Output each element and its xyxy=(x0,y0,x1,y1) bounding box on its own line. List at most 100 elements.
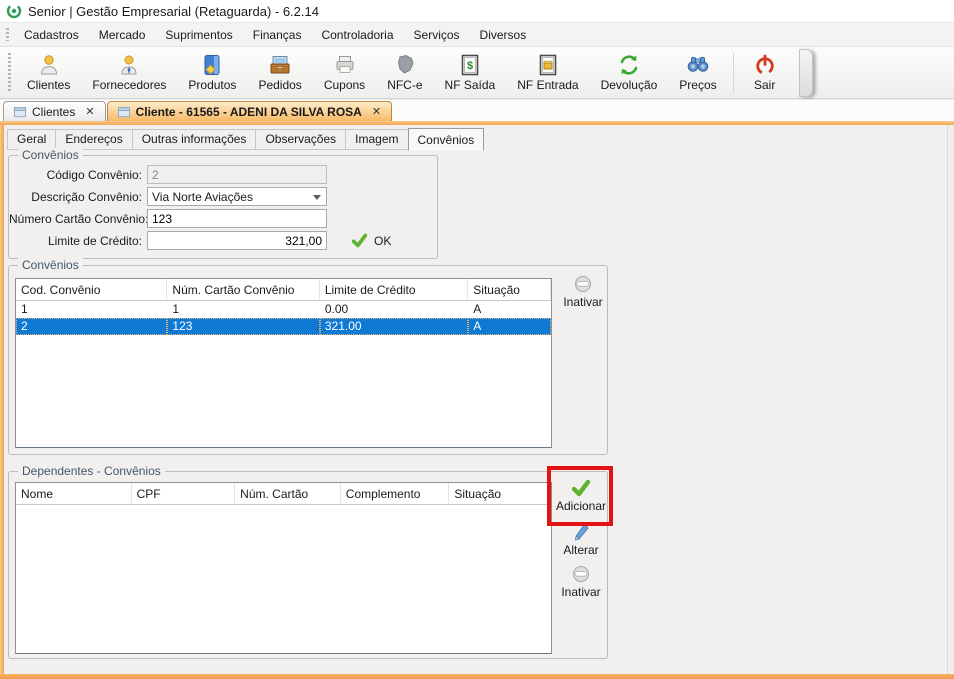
group-title: Dependentes - Convênios xyxy=(18,464,165,478)
adicionar-dependente-button[interactable]: Adicionar xyxy=(555,476,607,516)
dependentes-group: Dependentes - Convênios Nome CPF Núm. Cart… xyxy=(8,464,613,659)
svg-text:$: $ xyxy=(467,60,473,72)
codigo-convenio-label: Código Convênio: xyxy=(46,167,142,182)
menu-item-servicos[interactable]: Serviços xyxy=(404,25,470,45)
toolbar-button-nf-entrada[interactable]: NF Entrada xyxy=(506,50,589,96)
toolbar-button-label: Pedidos xyxy=(258,78,302,92)
column-header-nome[interactable]: Nome xyxy=(16,483,132,504)
menu-item-controladoria[interactable]: Controladoria xyxy=(311,25,403,45)
descricao-convenio-label: Descrição Convênio: xyxy=(31,189,142,204)
dependentes-table: Nome CPF Núm. Cartão Complemento Situação xyxy=(15,482,552,654)
column-header-complemento[interactable]: Complemento xyxy=(341,483,450,504)
toolbar-button-label: Cupons xyxy=(323,78,366,92)
table-cell[interactable]: 0.00 xyxy=(320,301,468,318)
toolbar-button-produtos[interactable]: Produtos xyxy=(177,50,247,96)
alterar-label: Alterar xyxy=(563,543,599,557)
subtab-outras-informacoes[interactable]: Outras informações xyxy=(131,129,257,150)
column-header-num-cartao[interactable]: Núm. Cartão xyxy=(235,483,341,504)
document-tab-clientes[interactable]: Clientes ✕ xyxy=(3,101,106,121)
subtab-geral[interactable]: Geral xyxy=(7,129,57,150)
toolbar-button-sair[interactable]: Sair xyxy=(739,50,791,96)
app-logo-icon xyxy=(6,3,22,19)
document-tab-label: Cliente - 61565 - ADENI DA SILVA ROSA xyxy=(135,104,362,119)
limite-credito-label: Limite de Crédito: xyxy=(47,233,142,248)
numero-cartao-label: Número Cartão Convênio: xyxy=(9,211,149,226)
table-cell[interactable]: 321.00 xyxy=(319,318,469,335)
alterar-dependente-button[interactable]: Alterar xyxy=(555,520,607,560)
toolbar-button-label: NF Entrada xyxy=(517,78,579,92)
toolbar-separator xyxy=(732,52,734,93)
table-row[interactable]: 2 123 321.00 A xyxy=(16,318,551,335)
table-cell[interactable]: 1 xyxy=(167,301,319,318)
inativar-convenio-button[interactable]: Inativar xyxy=(557,272,609,312)
toolbar-button-label: NF Saída xyxy=(444,78,496,92)
menu-item-suprimentos[interactable]: Suprimentos xyxy=(155,25,242,45)
ok-button[interactable]: OK xyxy=(347,231,395,250)
devolucao-icon xyxy=(617,53,641,77)
table-cell[interactable]: A xyxy=(468,318,551,335)
convenios-table: Cod. Convênio Núm. Cartão Convênio Limite … xyxy=(15,278,552,448)
toolbar-button-fornecedores[interactable]: Fornecedores xyxy=(81,50,177,96)
menu-items: Cadastros Mercado Suprimentos Finanças Contr… xyxy=(14,25,536,45)
toolbar-button-devolucao[interactable]: Devolução xyxy=(590,50,669,96)
nfce-icon xyxy=(393,53,417,77)
close-tab-icon[interactable]: ✕ xyxy=(84,105,95,118)
toolbar-button-pedidos[interactable]: Pedidos xyxy=(247,50,312,96)
table-cell[interactable]: 2 xyxy=(16,318,168,335)
clientes-icon xyxy=(37,53,61,77)
column-header-cpf[interactable]: CPF xyxy=(132,483,236,504)
toolbar-button-label: Fornecedores xyxy=(92,78,167,92)
subtab-imagem[interactable]: Imagem xyxy=(345,129,409,150)
app-window: Senior | Gestão Empresarial (Retaguarda)… xyxy=(0,0,954,679)
combobox-value: Via Norte Aviações xyxy=(152,189,253,204)
column-header-situacao[interactable]: Situação xyxy=(449,483,551,504)
menubar-grip-icon[interactable] xyxy=(6,28,9,41)
fornecedores-icon xyxy=(117,53,141,77)
descricao-convenio-combobox[interactable]: Via Norte Aviações xyxy=(147,187,327,206)
column-header-cod-convenio[interactable]: Cod. Convênio xyxy=(16,279,168,300)
toolbar-button-cupons[interactable]: Cupons xyxy=(313,50,376,96)
document-tab-cliente-61565-adeni-da-silva-rosa[interactable]: Cliente - 61565 - ADENI DA SILVA ROSA ✕ xyxy=(106,101,393,121)
menu-item-financas[interactable]: Finanças xyxy=(243,25,312,45)
adicionar-label: Adicionar xyxy=(555,499,607,513)
toolbar-button-label: Sair xyxy=(753,78,776,92)
table-row[interactable]: 1 1 0.00 A xyxy=(16,301,551,318)
column-header-num-cartao-convenio[interactable]: Núm. Cartão Convênio xyxy=(167,279,320,300)
produtos-icon xyxy=(200,53,224,77)
pedidos-icon xyxy=(268,53,292,77)
table-header-row: Cod. Convênio Núm. Cartão Convênio Limite … xyxy=(16,279,551,301)
nf-entrada-icon xyxy=(536,53,560,77)
toolbar-button-nf-saida[interactable]: $ NF Saída xyxy=(434,50,507,96)
table-cell[interactable]: A xyxy=(468,301,551,318)
subtab-observacoes[interactable]: Observações xyxy=(255,129,347,150)
toolbar-grip-icon[interactable] xyxy=(8,52,11,93)
document-tab-label: Clientes xyxy=(32,104,76,119)
menu-item-diversos[interactable]: Diversos xyxy=(470,25,537,45)
subtab-enderecos[interactable]: Endereços xyxy=(55,129,133,150)
codigo-convenio-field[interactable] xyxy=(147,165,327,184)
toolbar-button-label: NFC-e xyxy=(387,78,423,92)
limite-credito-field[interactable] xyxy=(147,231,327,250)
chevron-down-icon[interactable] xyxy=(313,195,321,200)
toolbar-button-clientes[interactable]: Clientes xyxy=(16,50,81,96)
window-title: Senior | Gestão Empresarial (Retaguarda)… xyxy=(28,3,319,19)
column-header-limite-de-credito[interactable]: Limite de Crédito xyxy=(320,279,469,300)
menu-bar: Cadastros Mercado Suprimentos Finanças Contr… xyxy=(0,23,954,46)
inactivate-icon xyxy=(573,566,589,582)
precos-icon xyxy=(686,53,710,77)
inactivate-icon xyxy=(575,276,591,292)
table-cell[interactable]: 123 xyxy=(167,318,320,335)
toolbar-button-nfc-e[interactable]: NFC-e xyxy=(376,50,433,96)
column-header-situacao[interactable]: Situação xyxy=(468,279,551,300)
window-form-icon xyxy=(117,106,131,118)
inativar-dependente-button[interactable]: Inativar xyxy=(555,562,607,602)
close-tab-icon[interactable]: ✕ xyxy=(371,105,382,118)
menu-item-cadastros[interactable]: Cadastros xyxy=(14,25,89,45)
check-icon xyxy=(351,233,368,248)
table-cell[interactable]: 1 xyxy=(16,301,167,318)
subtab-convenios[interactable]: Convênios xyxy=(407,128,485,151)
numero-cartao-field[interactable] xyxy=(147,209,327,228)
toolbar-button-precos[interactable]: Preços xyxy=(668,50,727,96)
toolbar-end-cap xyxy=(798,48,813,97)
menu-item-mercado[interactable]: Mercado xyxy=(89,25,156,45)
